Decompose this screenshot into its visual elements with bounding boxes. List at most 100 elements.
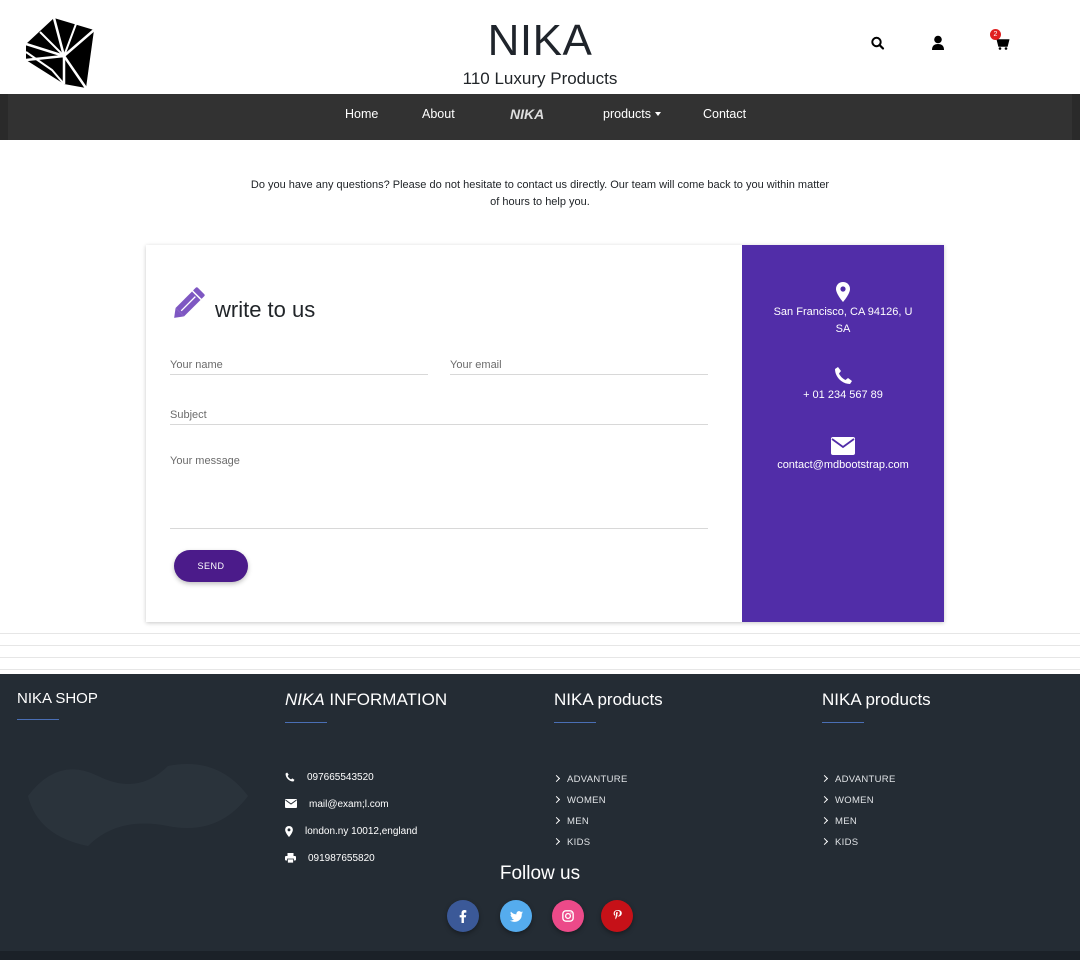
- nav-item-nika[interactable]: NIKA: [510, 94, 544, 140]
- footer-product-label: KIDS: [835, 837, 859, 848]
- search-icon[interactable]: [869, 34, 887, 52]
- chevron-right-icon: [820, 795, 829, 804]
- footer-products-title: NIKA products: [822, 690, 931, 709]
- email-block: contact@mdbootstrap.com: [742, 437, 944, 474]
- footer-product-label: WOMEN: [835, 795, 874, 806]
- footer-products-title: NIKA products: [554, 690, 663, 709]
- footer-title-rule: [554, 722, 596, 723]
- footer-bottom-bar: [0, 951, 1080, 960]
- instagram-icon: [562, 910, 574, 922]
- pencil-icon: [174, 287, 205, 318]
- footer-title-rule: [285, 722, 327, 723]
- contact-intro-text: Do you have any questions? Please do not…: [250, 179, 830, 208]
- footer-product-link[interactable]: WOMEN: [820, 795, 896, 816]
- chevron-right-icon: [552, 837, 561, 846]
- chevron-right-icon: [552, 795, 561, 804]
- phone-icon: [285, 772, 295, 782]
- footer-info-column: NIKA INFORMATION 097665543520 mail@exam;…: [285, 690, 447, 864]
- footer-products-list: ADVANTURE WOMEN MEN KIDS: [552, 774, 628, 858]
- instagram-button[interactable]: [552, 900, 584, 932]
- site-subtitle: 110 Luxury Products: [462, 69, 618, 88]
- footer-shop-title: NIKA SHOP: [17, 690, 98, 707]
- send-button[interactable]: SEND: [174, 550, 248, 582]
- footer-product-link[interactable]: KIDS: [552, 837, 628, 858]
- main-navbar: Home About NIKA products Contact: [0, 94, 1080, 140]
- envelope-icon: [831, 437, 855, 455]
- footer-phone-item: 097665543520: [285, 772, 417, 799]
- contact-card: write to us SEND San Francisco, CA 94126…: [146, 245, 944, 622]
- footer-info-title-brand: NIKA: [285, 690, 325, 709]
- footer-mail-text[interactable]: mail@exam;l.com: [309, 799, 389, 810]
- subject-field-wrapper: [170, 405, 708, 425]
- cart-count-badge: 2: [990, 29, 1001, 40]
- map-marker-icon: [285, 826, 293, 837]
- footer-product-link[interactable]: MEN: [820, 816, 896, 837]
- footer-products-column-2: NIKA products ADVANTURE WOMEN MEN KIDS: [820, 690, 931, 848]
- footer-product-link[interactable]: KIDS: [820, 837, 896, 858]
- footer-phone-text: 097665543520: [307, 772, 374, 783]
- facebook-button[interactable]: [447, 900, 479, 932]
- user-icon[interactable]: [929, 34, 947, 52]
- nav-item-products[interactable]: products: [603, 94, 661, 140]
- footer-mail-item: mail@exam;l.com: [285, 799, 417, 826]
- follow-us-heading: Follow us: [499, 863, 581, 884]
- form-title: write to us: [215, 297, 316, 322]
- footer-shop-column: NIKA SHOP: [17, 690, 98, 720]
- footer-address-text: london.ny 10012,england: [305, 826, 418, 837]
- print-icon: [285, 853, 296, 863]
- footer-product-label: MEN: [567, 816, 590, 827]
- twitter-button[interactable]: [500, 900, 532, 932]
- phone-text: + 01 234 567 89: [803, 389, 883, 401]
- message-textarea[interactable]: [170, 455, 708, 525]
- nav-item-contact[interactable]: Contact: [703, 94, 746, 140]
- twitter-icon: [509, 910, 523, 922]
- email-field-wrapper: [450, 355, 708, 375]
- separator-line: [0, 669, 1080, 670]
- envelope-icon: [285, 799, 297, 808]
- facebook-icon: [459, 909, 467, 923]
- footer-products-column-1: NIKA products ADVANTURE WOMEN MEN KIDS: [552, 690, 663, 848]
- nav-item-about[interactable]: About: [422, 94, 455, 140]
- chevron-right-icon: [552, 816, 561, 825]
- pinterest-icon: [613, 910, 622, 920]
- footer-title-rule: [822, 722, 864, 723]
- address-block: San Francisco, CA 94126, USA: [742, 282, 944, 338]
- site-title: NIKA: [487, 16, 593, 65]
- contact-info-panel: San Francisco, CA 94126, USA + 01 234 56…: [742, 245, 944, 622]
- message-field-wrapper: [170, 455, 708, 529]
- phone-block: + 01 234 567 89: [742, 366, 944, 404]
- separator-line: [0, 645, 1080, 646]
- footer-product-label: KIDS: [567, 837, 591, 848]
- footer-product-label: MEN: [835, 816, 858, 827]
- nav-item-home[interactable]: Home: [345, 94, 378, 140]
- separator-line: [0, 657, 1080, 658]
- nav-products-label: products: [603, 107, 651, 121]
- separator-line: [0, 633, 1080, 634]
- footer-product-link[interactable]: MEN: [552, 816, 628, 837]
- footer-product-link[interactable]: WOMEN: [552, 795, 628, 816]
- chevron-right-icon: [820, 774, 829, 783]
- name-field-wrapper: [170, 355, 428, 375]
- name-input[interactable]: [170, 359, 428, 371]
- pinterest-button[interactable]: [601, 900, 633, 932]
- footer-product-label: ADVANTURE: [835, 774, 896, 785]
- footer-product-link[interactable]: ADVANTURE: [820, 774, 896, 795]
- phone-icon: [834, 367, 852, 384]
- site-header: NIKA 110 Luxury Products 2: [0, 0, 1080, 94]
- footer-product-label: ADVANTURE: [567, 774, 628, 785]
- footer-info-title: NIKA INFORMATION: [285, 690, 447, 710]
- site-footer: NIKA SHOP NIKA INFORMATION 097665543520 …: [0, 674, 1080, 960]
- map-watermark: [28, 764, 248, 846]
- chevron-right-icon: [820, 816, 829, 825]
- caret-down-icon: [654, 112, 661, 116]
- footer-title-rule: [17, 719, 59, 720]
- email-text[interactable]: contact@mdbootstrap.com: [742, 457, 944, 474]
- footer-product-link[interactable]: ADVANTURE: [552, 774, 628, 795]
- chevron-right-icon: [552, 774, 561, 783]
- subject-input[interactable]: [170, 409, 708, 421]
- email-input[interactable]: [450, 359, 708, 371]
- chevron-right-icon: [820, 837, 829, 846]
- footer-info-title-rest: INFORMATION: [324, 690, 448, 709]
- address-text: San Francisco, CA 94126, USA: [773, 306, 913, 335]
- footer-address-item: london.ny 10012,england: [285, 826, 417, 853]
